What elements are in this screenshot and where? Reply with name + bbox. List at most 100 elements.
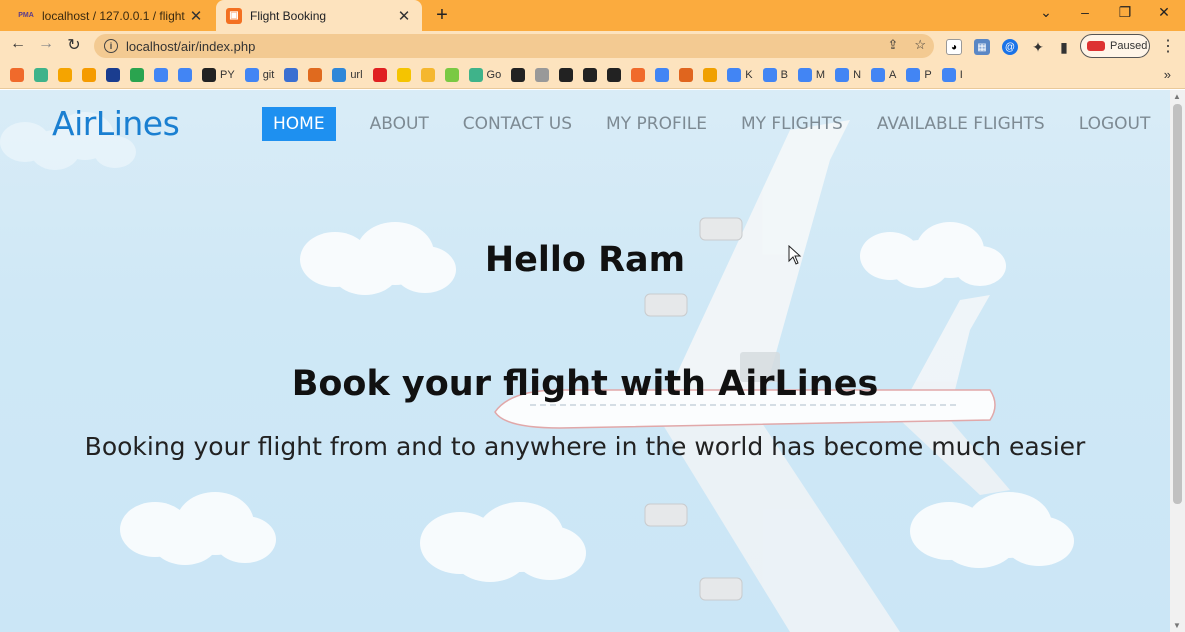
minimize-icon[interactable]: – xyxy=(1075,4,1095,20)
forward-icon[interactable]: → xyxy=(36,35,56,53)
bookmark-item[interactable] xyxy=(130,67,144,82)
cloud-decoration xyxy=(450,520,530,582)
bookmark-favicon-icon xyxy=(941,67,956,82)
bookmark-favicon-icon xyxy=(308,67,323,82)
bookmark-item[interactable] xyxy=(34,67,48,82)
bookmarks-overflow-icon[interactable]: » xyxy=(1164,67,1171,82)
bookmark-favicon-icon xyxy=(468,67,483,82)
bookmark-item[interactable] xyxy=(10,67,24,82)
bookmark-item[interactable]: Go xyxy=(468,67,502,82)
bookmark-item[interactable]: K xyxy=(727,67,753,82)
url-text: localhost/air/index.php xyxy=(126,38,256,54)
panda-extension-icon[interactable]: ◕ xyxy=(946,39,962,55)
scroll-up-icon[interactable]: ▲ xyxy=(1173,92,1181,101)
bookmark-item[interactable] xyxy=(703,67,718,82)
bookmark-item[interactable]: P xyxy=(906,67,932,82)
address-bar[interactable]: i localhost/air/index.php ⇪ ☆ xyxy=(94,34,934,58)
tab-title: localhost / 127.0.0.1 / flight / acc xyxy=(42,8,188,23)
restore-icon[interactable]: ❐ xyxy=(1115,4,1135,21)
tab-phpmyadmin[interactable]: PMA localhost / 127.0.0.1 / flight / acc… xyxy=(8,0,214,31)
site-logo[interactable]: AirLines xyxy=(52,104,180,143)
bookmark-favicon-icon xyxy=(420,67,435,82)
bookmark-favicon-icon xyxy=(130,67,144,82)
extension-icon[interactable]: ▦ xyxy=(974,39,990,55)
bookmark-item[interactable]: I xyxy=(941,67,963,82)
nav-my-profile[interactable]: MY PROFILE xyxy=(606,107,707,141)
bookmark-item[interactable] xyxy=(535,67,550,82)
bookmark-item[interactable] xyxy=(284,67,299,82)
nav-about[interactable]: ABOUT xyxy=(370,107,429,141)
phpmyadmin-icon: PMA xyxy=(18,12,34,19)
bookmark-favicon-icon xyxy=(762,67,777,82)
cloud-decoration xyxy=(150,510,220,565)
more-menu-icon[interactable]: ⋮ xyxy=(1160,36,1176,56)
bookmark-item[interactable]: M xyxy=(797,67,826,82)
page-viewport: AirLines HOME ABOUT CONTACT US MY PROFIL… xyxy=(0,90,1170,632)
bookmark-item[interactable] xyxy=(511,67,526,82)
bookmark-item[interactable] xyxy=(178,67,192,82)
bookmark-item[interactable] xyxy=(106,67,120,82)
puzzle-icon[interactable]: ✦ xyxy=(1030,39,1046,55)
nav-contact-us[interactable]: CONTACT US xyxy=(463,107,572,141)
close-tab-icon[interactable]: ✕ xyxy=(188,7,204,25)
page-scrollbar[interactable]: ▲ ▼ xyxy=(1170,90,1185,632)
bookmark-label: Go xyxy=(486,68,502,81)
nav-my-flights[interactable]: MY FLIGHTS xyxy=(741,107,843,141)
tab-flight-booking[interactable]: ▣ Flight Booking ✕ xyxy=(216,0,422,31)
bookmark-label: M xyxy=(815,68,826,81)
bookmark-favicon-icon xyxy=(607,67,622,82)
window-close-icon[interactable]: ✕ xyxy=(1154,4,1174,21)
bookmark-favicon-icon xyxy=(154,67,168,82)
bookmark-item[interactable] xyxy=(607,67,622,82)
profile-status: Paused xyxy=(1110,40,1148,52)
bookmark-item[interactable]: B xyxy=(762,67,788,82)
bookmark-item[interactable] xyxy=(308,67,323,82)
bookmark-item[interactable] xyxy=(372,67,387,82)
nav-home[interactable]: HOME xyxy=(262,107,336,141)
bookmark-item[interactable] xyxy=(58,67,72,82)
bookmark-item[interactable] xyxy=(679,67,694,82)
bookmark-favicon-icon xyxy=(396,67,411,82)
bookmark-item[interactable] xyxy=(655,67,670,82)
profile-button[interactable]: Paused xyxy=(1080,34,1150,58)
bookmark-item[interactable] xyxy=(420,67,435,82)
nav-logout[interactable]: LOGOUT xyxy=(1079,107,1151,141)
bookmark-star-icon[interactable]: ☆ xyxy=(914,37,926,53)
scroll-down-icon[interactable]: ▼ xyxy=(1173,621,1181,630)
bookmark-item[interactable]: git xyxy=(244,67,274,82)
bookmark-item[interactable] xyxy=(559,67,574,82)
browser-toolbar: ← → ↻ i localhost/air/index.php ⇪ ☆ ◕ ▦ … xyxy=(0,31,1185,61)
share-icon[interactable]: ⇪ xyxy=(887,37,898,53)
bookmark-favicon-icon xyxy=(244,67,259,82)
greeting-heading: Hello Ram xyxy=(484,240,686,280)
bookmark-item[interactable] xyxy=(583,67,598,82)
bookmark-item[interactable] xyxy=(631,67,646,82)
reload-icon[interactable]: ↻ xyxy=(64,35,84,55)
bookmark-item[interactable]: url xyxy=(332,67,363,82)
scrollbar-thumb[interactable] xyxy=(1173,104,1182,504)
bookmark-favicon-icon xyxy=(332,67,347,82)
bookmark-favicon-icon xyxy=(727,67,742,82)
bookmark-item[interactable]: N xyxy=(835,67,861,82)
extension-icon[interactable]: @ xyxy=(1002,39,1018,55)
bookmark-item[interactable]: A xyxy=(871,67,896,82)
bookmark-item[interactable] xyxy=(82,67,96,82)
site-info-icon[interactable]: i xyxy=(104,39,118,53)
side-panel-icon[interactable]: ▮ xyxy=(1056,39,1072,55)
bookmark-item[interactable] xyxy=(396,67,411,82)
bookmark-item[interactable]: PY xyxy=(202,67,235,82)
back-icon[interactable]: ← xyxy=(8,35,28,53)
nav-available-flights[interactable]: AVAILABLE FLIGHTS xyxy=(877,107,1045,141)
bookmark-favicon-icon xyxy=(284,67,299,82)
bookmark-item[interactable] xyxy=(444,67,459,82)
bookmark-favicon-icon xyxy=(202,67,216,82)
close-tab-icon[interactable]: ✕ xyxy=(396,7,412,25)
bookmark-label: PY xyxy=(220,68,235,81)
bookmark-item[interactable] xyxy=(154,67,168,82)
bookmark-favicon-icon xyxy=(58,67,72,82)
tab-search-icon[interactable]: ⌄ xyxy=(1036,4,1056,21)
bookmark-label: K xyxy=(745,68,753,81)
site-navbar: AirLines HOME ABOUT CONTACT US MY PROFIL… xyxy=(0,90,1170,160)
bookmark-favicon-icon xyxy=(583,67,598,82)
new-tab-icon[interactable]: + xyxy=(432,4,452,27)
